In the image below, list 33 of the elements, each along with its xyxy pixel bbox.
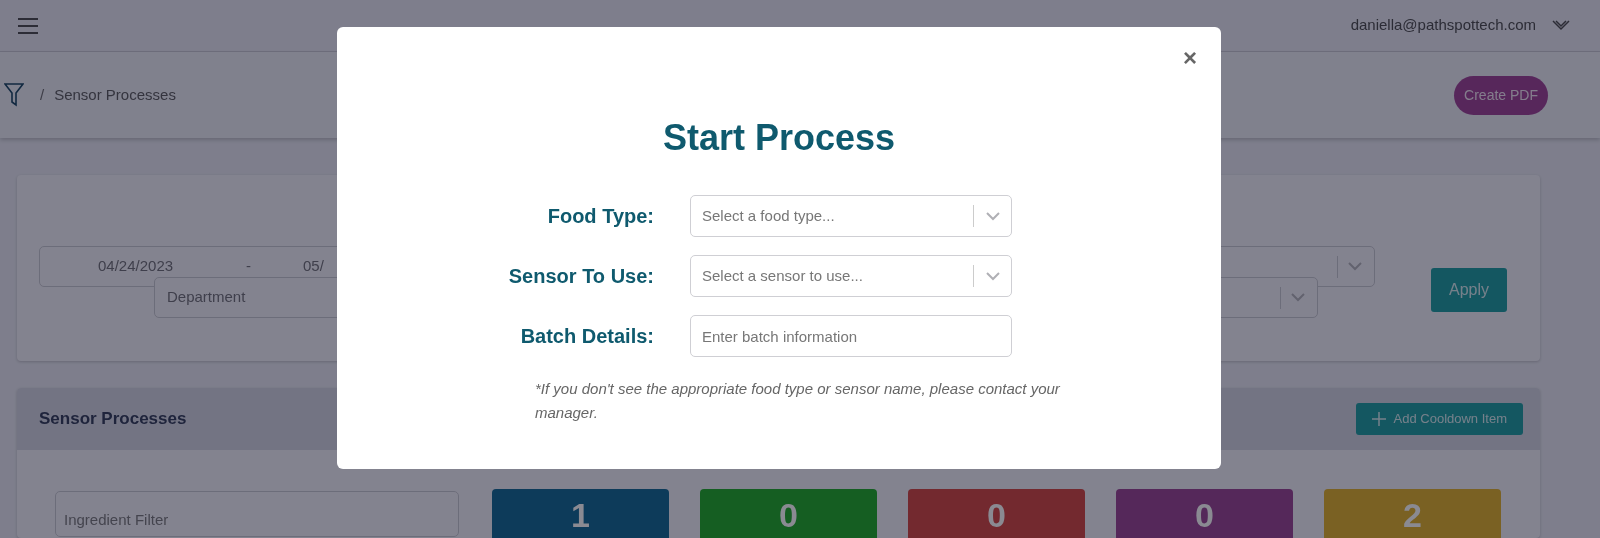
field-label: Sensor To Use: <box>507 264 655 289</box>
breadcrumb-separator: / <box>40 84 45 105</box>
chevron-down-icon <box>986 211 1000 221</box>
plus-icon <box>1371 412 1386 426</box>
add-cooldown-button[interactable]: Add Cooldown Item <box>1355 403 1523 435</box>
date-separator: - <box>246 256 252 277</box>
field-label: Batch Details: <box>519 324 655 349</box>
user-email[interactable]: daniella@pathspottech.com <box>1350 14 1536 37</box>
chevron-down-icon <box>1348 262 1362 271</box>
count-tile[interactable]: 0 <box>1116 489 1293 538</box>
end-date: 05/ <box>303 256 324 277</box>
start-date: 04/24/2023 <box>98 256 175 277</box>
chevron-down-icon <box>986 271 1000 281</box>
ingredient-filter-field[interactable]: Ingredient Filter <box>55 491 459 537</box>
field-label: Food Type: <box>546 204 655 229</box>
create-pdf-button[interactable]: Create PDF <box>1454 75 1548 115</box>
count-tile[interactable]: 0 <box>908 489 1085 538</box>
select-field[interactable]: Select a food type... <box>690 195 1012 237</box>
section-title: Sensor Processes <box>39 408 187 431</box>
filter-icon[interactable] <box>4 83 24 107</box>
count-tile[interactable]: 2 <box>1324 489 1501 538</box>
help-note: *If you don't see the appropriate food type or sensor name, please contact your manager. <box>535 379 1061 423</box>
count-tile[interactable]: 1 <box>492 489 669 538</box>
dialog-title: Start Process <box>661 116 897 160</box>
breadcrumb-current: Sensor Processes <box>54 84 176 105</box>
chevron-down-icon <box>1291 293 1305 302</box>
batch-details-field[interactable]: Enter batch information <box>690 315 1012 357</box>
count-tile[interactable]: 0 <box>700 489 877 538</box>
menu-icon[interactable] <box>18 17 38 34</box>
close-button[interactable]: × <box>1177 45 1203 71</box>
select-field[interactable]: Select a sensor to use... <box>690 255 1012 297</box>
chevron-down-icon[interactable] <box>1552 19 1570 32</box>
apply-button[interactable]: Apply <box>1431 268 1507 312</box>
